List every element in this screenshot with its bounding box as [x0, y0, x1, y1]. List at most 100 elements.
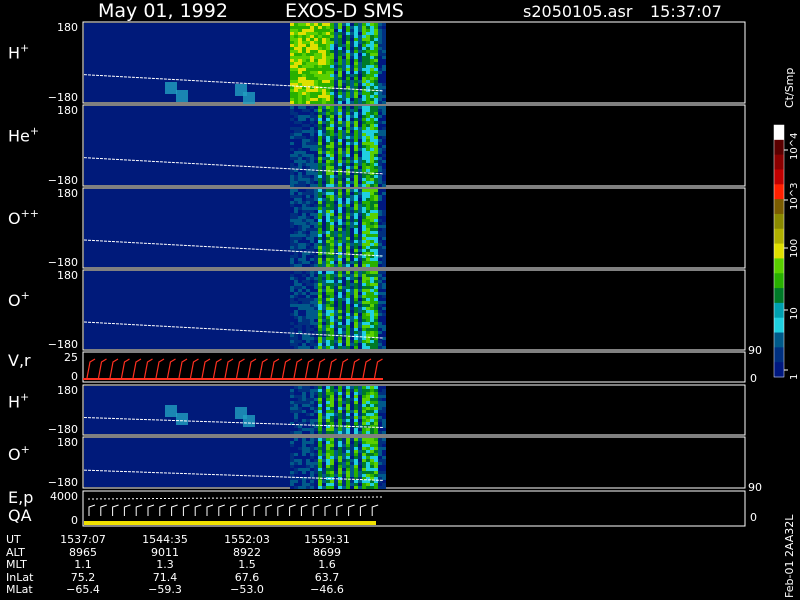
spectrogram-cell [326, 483, 330, 486]
spectrogram-cell [330, 286, 334, 289]
spectrogram-cell [318, 198, 322, 201]
spectrogram-cell [314, 459, 318, 462]
spectrogram-cell [374, 71, 378, 74]
spectrogram-cell [294, 160, 298, 163]
spectrogram-cell [346, 456, 350, 459]
spectrogram-cell [302, 83, 306, 86]
spectrogram-cell [326, 422, 330, 425]
spectrogram-cell [322, 228, 326, 231]
spectrogram-cell [322, 328, 326, 331]
spectrogram-cell [302, 389, 306, 392]
spectrogram-cell [382, 160, 386, 163]
spectrogram-cell [358, 169, 362, 172]
spectrogram-cell [374, 207, 378, 210]
spectrogram-cell [382, 343, 386, 346]
spectrogram-cell [322, 465, 326, 468]
spectrogram-cell [290, 80, 294, 83]
spectrogram-cell [334, 410, 338, 413]
spectrogram-cell [298, 277, 302, 280]
spectrogram-cell [338, 280, 342, 283]
spectrogram-cell [310, 258, 314, 261]
spectrogram-cell [382, 389, 386, 392]
spectrogram-cell [370, 450, 374, 453]
spectrogram-cell [382, 413, 386, 416]
spectrogram-cell [362, 86, 366, 89]
spectrogram-cell [298, 38, 302, 41]
spectrogram-cell [290, 480, 294, 483]
spectrogram-cell [378, 68, 382, 71]
spectrogram-cell [302, 201, 306, 204]
spectrogram-cell [350, 201, 354, 204]
spectrogram-cell [322, 231, 326, 234]
spectrogram-cell [322, 32, 326, 35]
spectrogram-cell [350, 175, 354, 178]
spectrogram-cell [298, 175, 302, 178]
spectrogram-cell [378, 62, 382, 65]
spectrogram-cell [302, 304, 306, 307]
spectrogram-cell [366, 441, 370, 444]
spectrogram-cell [370, 422, 374, 425]
spectrogram-cell [310, 234, 314, 237]
spectrogram-cell [346, 195, 350, 198]
spectrogram-cell [378, 142, 382, 145]
spectrogram-cell [326, 118, 330, 121]
spectrogram-cell [310, 289, 314, 292]
spectrogram-cell [322, 264, 326, 267]
spectrogram-cell [378, 106, 382, 109]
spectrogram-cell [346, 325, 350, 328]
spectrogram-cell [298, 401, 302, 404]
spectrogram-cell [334, 118, 338, 121]
spectrogram-cell [334, 307, 338, 310]
spectrogram-cell [314, 163, 318, 166]
spectrogram-cell [302, 307, 306, 310]
spectrogram-cell [322, 274, 326, 277]
spectrogram-cell [342, 228, 346, 231]
spectrogram-cell [298, 166, 302, 169]
spectrogram-cell [302, 450, 306, 453]
spectrogram-cell [330, 74, 334, 77]
panel-stack [82, 21, 746, 527]
spectrogram-cell [310, 325, 314, 328]
spectrogram-cell [346, 246, 350, 249]
spectrogram-cell [358, 413, 362, 416]
spectrogram-cell [370, 124, 374, 127]
panel-ytop-tick: 180 [57, 187, 78, 200]
spectrogram-cell [370, 142, 374, 145]
spectrogram-cell [330, 486, 334, 489]
spectrogram-cell [378, 71, 382, 74]
spectrogram-cell [370, 222, 374, 225]
spectrogram-cell [382, 404, 386, 407]
spectrogram-cell [290, 62, 294, 65]
spectrogram-cell [350, 304, 354, 307]
spectrogram-cell [314, 98, 318, 101]
spectrogram-cell [378, 486, 382, 489]
spectrogram-cell [370, 441, 374, 444]
spectrogram-cell [374, 459, 378, 462]
spectrogram-cell [330, 295, 334, 298]
spectrogram-cell [350, 95, 354, 98]
spectrogram-cell [298, 289, 302, 292]
spectrogram-cell [334, 225, 338, 228]
spectrogram-cell [334, 71, 338, 74]
colorbar: 10^410^3100101 [773, 124, 800, 380]
spectrogram-cell [298, 386, 302, 389]
spectrogram-cell [382, 231, 386, 234]
spectrogram-cell [362, 101, 366, 104]
spectrogram-cell [366, 346, 370, 349]
spectrogram-cell [326, 404, 330, 407]
spectrogram-cell [342, 151, 346, 154]
colorbar-segment [774, 213, 784, 230]
spectrogram-cell [350, 157, 354, 160]
spectrogram-cell [350, 74, 354, 77]
spectrogram-cell [326, 468, 330, 471]
spectrogram-cell [382, 240, 386, 243]
spectrogram-cell [378, 29, 382, 32]
spectrogram-cell [350, 280, 354, 283]
spectrogram-cell [382, 274, 386, 277]
spectrogram-cell [298, 181, 302, 184]
spectrogram-cell [314, 456, 318, 459]
spectrogram-cell [346, 213, 350, 216]
spectrogram-cell [322, 71, 326, 74]
ep-right-top-label: 90 [748, 481, 762, 494]
spectrogram-cell [346, 474, 350, 477]
